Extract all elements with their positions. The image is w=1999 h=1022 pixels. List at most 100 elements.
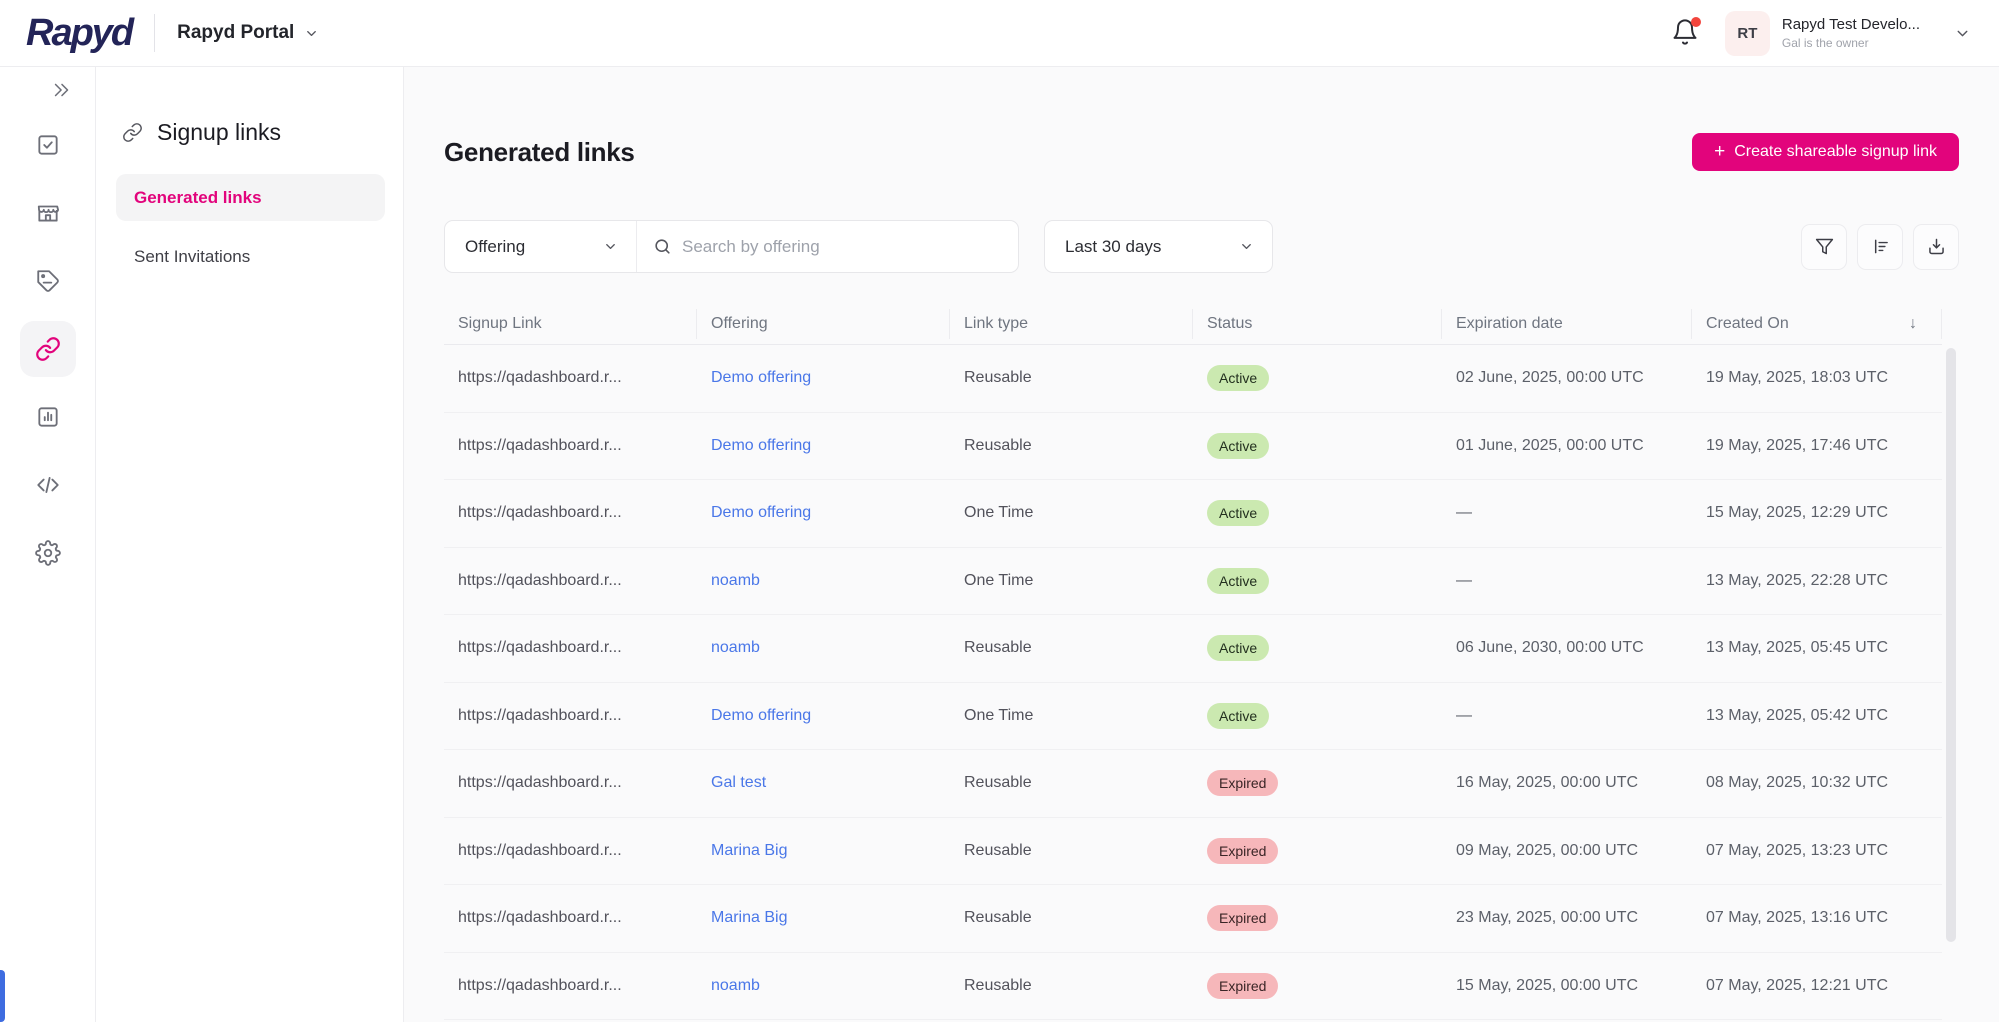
- expiration-date-cell: 15 May, 2025, 00:00 UTC: [1456, 976, 1639, 994]
- link-type-cell: One Time: [964, 706, 1034, 724]
- sidebar-item-developers[interactable]: [20, 457, 76, 513]
- status-cell: Active: [1193, 702, 1442, 729]
- table-row[interactable]: https://qadashboard.r... noamb One Time …: [444, 548, 1942, 615]
- left-edge-widget[interactable]: [0, 970, 5, 1022]
- offering-link[interactable]: Marina Big: [711, 909, 787, 926]
- table-row[interactable]: https://qadashboard.r... Gal test Reusab…: [444, 750, 1942, 818]
- signup-link-cell: https://qadashboard.r...: [458, 369, 622, 387]
- column-header-signup-link[interactable]: Signup Link: [444, 308, 697, 339]
- expiration-date-cell: 23 May, 2025, 00:00 UTC: [1456, 909, 1639, 927]
- sort-descending-icon: ↓: [1909, 314, 1917, 332]
- account-menu[interactable]: RT Rapyd Test Develo... Gal is the owner: [1724, 10, 1971, 56]
- table-row[interactable]: https://qadashboard.r... Marina Big Reus…: [444, 818, 1942, 885]
- table-row[interactable]: https://qadashboard.r... Demo offering R…: [444, 413, 1942, 480]
- column-header-status[interactable]: Status: [1193, 308, 1442, 339]
- created-on-cell: 19 May, 2025, 18:03 UTC: [1706, 369, 1889, 387]
- offering-link[interactable]: Demo offering: [711, 369, 811, 386]
- sort-button[interactable]: [1857, 223, 1903, 270]
- created-on-cell: 07 May, 2025, 13:23 UTC: [1706, 841, 1889, 859]
- offering-filter-dropdown[interactable]: Offering: [445, 221, 637, 272]
- search-icon: [655, 239, 670, 254]
- status-badge: Expired: [1207, 972, 1279, 999]
- date-range-label: Last 30 days: [1065, 236, 1162, 256]
- signup-link-cell: https://qadashboard.r...: [458, 841, 622, 859]
- status-cell: Active: [1193, 365, 1442, 392]
- download-button[interactable]: [1913, 223, 1959, 270]
- status-badge: Expired: [1207, 905, 1279, 932]
- offering-link[interactable]: noamb: [711, 572, 760, 589]
- table-header: Signup Link Offering Link type Status Ex…: [444, 303, 1942, 345]
- sidebar-item-settings[interactable]: [20, 525, 76, 581]
- expiration-date-cell: 06 June, 2030, 00:00 UTC: [1456, 639, 1644, 657]
- portal-selector[interactable]: Rapyd Portal: [177, 22, 319, 44]
- chevron-down-icon: [606, 244, 615, 249]
- table-row[interactable]: https://qadashboard.r... Marina Big Reus…: [444, 885, 1942, 953]
- created-on-cell: 13 May, 2025, 05:45 UTC: [1706, 639, 1889, 657]
- column-header-created-on[interactable]: Created On ↓: [1692, 308, 1942, 339]
- offering-cell: Gal test: [697, 774, 950, 792]
- sidebar-item-merchants[interactable]: [20, 185, 76, 241]
- column-header-link-type[interactable]: Link type: [950, 308, 1193, 339]
- table-scrollbar[interactable]: [1946, 348, 1956, 942]
- offering-cell: Demo offering: [697, 369, 950, 387]
- offering-link[interactable]: noamb: [711, 977, 760, 994]
- created-on-cell: 07 May, 2025, 12:21 UTC: [1706, 976, 1889, 994]
- gear-icon: [34, 540, 61, 566]
- status-cell: Expired: [1193, 905, 1442, 932]
- chevron-down-icon: [1957, 30, 1968, 36]
- table-row[interactable]: https://qadashboard.r... Demo offering O…: [444, 683, 1942, 750]
- column-header-offering[interactable]: Offering: [697, 308, 950, 339]
- tag-icon: [36, 270, 59, 292]
- status-cell: Active: [1193, 432, 1442, 459]
- sort-icon: [1874, 239, 1888, 254]
- sidebar-title: Signup links: [116, 119, 385, 146]
- notification-dot: [1690, 17, 1701, 27]
- offering-cell: Demo offering: [697, 504, 950, 522]
- expiration-date-cell: —: [1456, 504, 1472, 522]
- filter-button[interactable]: [1801, 223, 1847, 270]
- sidebar-item-tasks[interactable]: [20, 117, 76, 173]
- offering-link[interactable]: noamb: [711, 639, 760, 656]
- status-badge: Expired: [1207, 837, 1279, 864]
- offering-cell: noamb: [697, 639, 950, 657]
- table-row[interactable]: https://qadashboard.r... noamb Reusable …: [444, 615, 1942, 683]
- link-type-cell: Reusable: [964, 436, 1032, 454]
- offering-filter-label: Offering: [465, 236, 526, 256]
- status-cell: Active: [1193, 635, 1442, 662]
- sidebar-item-generated-links[interactable]: Generated links: [116, 174, 385, 221]
- sidebar-item-sent-invitations[interactable]: Sent Invitations: [116, 233, 385, 280]
- sidebar-item-offers[interactable]: [20, 253, 76, 309]
- date-range-dropdown[interactable]: Last 30 days: [1044, 220, 1273, 273]
- offering-link[interactable]: Demo offering: [711, 707, 811, 724]
- main-content: Generated links + Create shareable signu…: [404, 67, 1999, 1022]
- offering-link[interactable]: Gal test: [711, 774, 766, 791]
- account-subtitle: Gal is the owner: [1781, 36, 1869, 50]
- offering-cell: Demo offering: [697, 707, 950, 725]
- signup-link-cell: https://qadashboard.r...: [458, 976, 622, 994]
- download-icon: [1928, 238, 1944, 255]
- table-row[interactable]: https://qadashboard.r... Demo offering R…: [444, 345, 1942, 413]
- chevron-down-icon: [307, 30, 317, 36]
- offering-cell: Marina Big: [697, 909, 950, 927]
- column-header-expiration-date[interactable]: Expiration date: [1442, 308, 1692, 339]
- status-badge: Active: [1207, 635, 1270, 662]
- notifications-button[interactable]: [1671, 17, 1701, 48]
- link-icon: [35, 337, 60, 361]
- expand-sidebar-button[interactable]: [51, 79, 73, 101]
- created-on-cell: 13 May, 2025, 22:28 UTC: [1706, 571, 1889, 589]
- signup-link-cell: https://qadashboard.r...: [458, 706, 622, 724]
- icon-rail: [0, 67, 96, 1022]
- search-input[interactable]: [682, 236, 1002, 257]
- expiration-date-cell: 09 May, 2025, 00:00 UTC: [1456, 841, 1639, 859]
- table-row[interactable]: https://qadashboard.r... Demo offering O…: [444, 480, 1942, 548]
- offering-link[interactable]: Marina Big: [711, 842, 787, 859]
- create-shareable-signup-link-button[interactable]: + Create shareable signup link: [1692, 133, 1959, 171]
- table-row[interactable]: https://qadashboard.r... noamb Reusable …: [444, 953, 1942, 1020]
- offering-link[interactable]: Demo offering: [711, 437, 811, 454]
- sidebar-item-signup-links[interactable]: [19, 321, 76, 377]
- create-button-label: Create shareable signup link: [1734, 143, 1937, 160]
- sidebar-item-reports[interactable]: [20, 389, 76, 445]
- link-type-cell: Reusable: [964, 841, 1032, 859]
- offering-link[interactable]: Demo offering: [711, 504, 811, 521]
- expiration-date-cell: 02 June, 2025, 00:00 UTC: [1456, 369, 1644, 387]
